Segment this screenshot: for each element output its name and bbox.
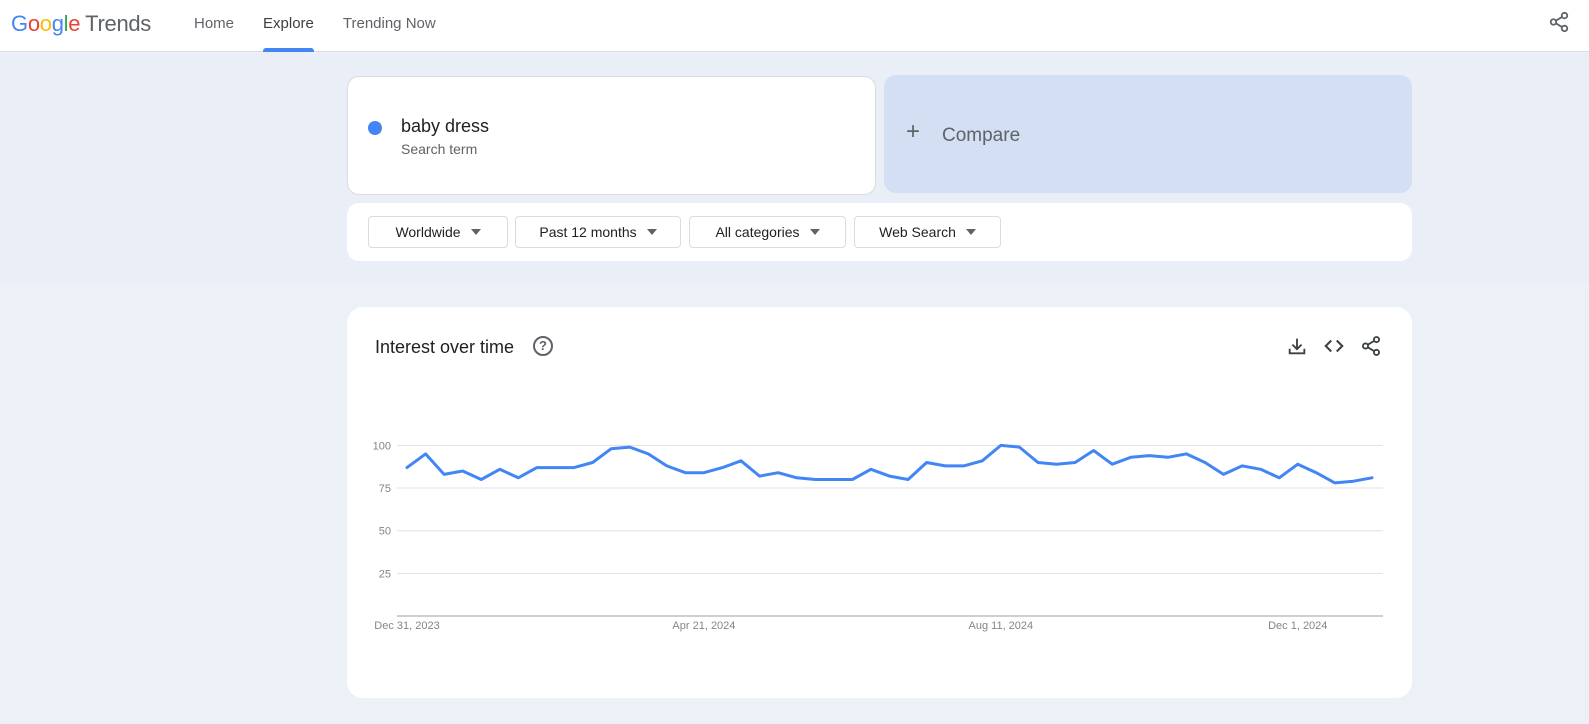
active-tab-indicator [263, 48, 314, 52]
logo-letter: o [39, 11, 52, 36]
search-term-name: baby dress [401, 116, 490, 136]
top-app-bar: G o o g l e Trends Home Explore Trending… [0, 0, 1589, 52]
plus-icon: + [906, 118, 921, 145]
x-tick-label: Aug 11, 2024 [969, 620, 1034, 632]
x-tick-label: Apr 21, 2024 [672, 620, 735, 632]
share-icon[interactable] [1548, 11, 1570, 33]
filter-location[interactable]: Worldwide [368, 216, 508, 248]
interest-over-time-chart[interactable]: 25 50 75 100 Dec 31, 2023 Apr 21, 2024 Aug 11,… [347, 307, 1412, 698]
compare-label: Compare [942, 125, 1021, 146]
filter-search-type[interactable]: Web Search [854, 216, 1001, 248]
nav-trending-now[interactable]: Trending Now [343, 0, 436, 52]
x-tick-label: Dec 31, 2023 [374, 620, 439, 632]
y-tick-label: 100 [373, 440, 391, 452]
term-color-dot [368, 121, 382, 135]
search-term-type: Search term [401, 141, 478, 157]
logo-letter: o [27, 11, 40, 36]
search-term-card[interactable]: baby dress Search term [347, 76, 876, 195]
dropdown-arrow-icon [809, 229, 820, 235]
filter-search-type-label: Web Search [879, 224, 956, 240]
google-trends-logo[interactable]: G o o g l e Trends [11, 11, 151, 39]
filter-time-label: Past 12 months [539, 224, 637, 240]
filter-location-label: Worldwide [395, 224, 461, 240]
filter-category-label: All categories [715, 224, 800, 240]
logo-letter: G [11, 11, 28, 36]
interest-over-time-card: Interest over time ? 25 50 75 100 Dec 31, 20… [347, 307, 1412, 698]
x-tick-label: Dec 1, 2024 [1268, 620, 1327, 632]
nav-explore[interactable]: Explore [263, 0, 314, 52]
dropdown-arrow-icon [965, 229, 976, 235]
filters-bar: Worldwide Past 12 months All categories … [347, 203, 1412, 261]
y-tick-label: 75 [379, 483, 391, 495]
compare-button[interactable]: + Compare [884, 75, 1412, 193]
filter-category[interactable]: All categories [689, 216, 846, 248]
dropdown-arrow-icon [470, 229, 481, 235]
nav-explore-label: Explore [263, 15, 314, 32]
nav-home[interactable]: Home [194, 0, 234, 52]
dropdown-arrow-icon [646, 229, 657, 235]
filter-time-range[interactable]: Past 12 months [515, 216, 681, 248]
logo-letter: e [68, 11, 81, 36]
logo-product-name: Trends [85, 11, 152, 36]
logo-letter: g [51, 11, 64, 36]
main-nav: Home Explore Trending Now [194, 0, 465, 52]
y-tick-label: 25 [379, 568, 391, 580]
y-tick-label: 50 [379, 526, 391, 538]
